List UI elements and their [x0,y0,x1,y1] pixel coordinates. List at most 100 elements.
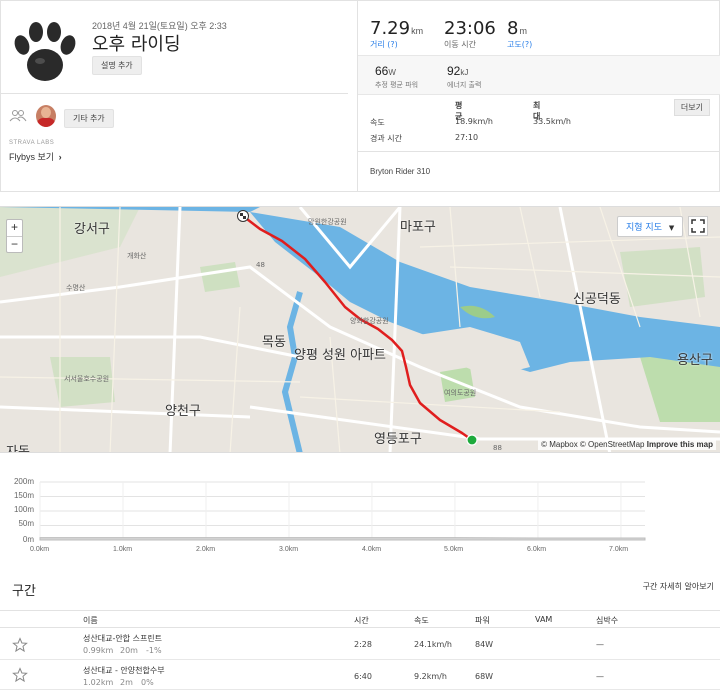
col-speed[interactable]: 속도 [414,615,429,626]
segment-elevation: 2m [120,678,133,687]
zoom-in-button[interactable]: + [7,220,22,236]
map-label: 망원한강공원 [308,218,347,226]
row-speed-avg: 18.9km/h [455,117,494,126]
add-others-button[interactable]: 기타 추가 [64,109,114,128]
moving-time-label: 이동 시간 [444,40,476,49]
star-icon[interactable] [12,637,28,653]
activity-stats: 7.29km 거리 (?) 23:06 이동 시간 8m 고도(?) 66W 추… [357,1,720,191]
stat-energy: 92kJ 에너지 출력 [447,62,481,90]
divider [358,151,720,152]
power-label: 추정 평균 파워 [375,81,419,89]
map-attribution: © Mapbox © OpenStreetMap Improve this ma… [538,439,716,450]
map-label: 영등포구 [374,432,422,447]
distance-label[interactable]: 거리 (?) [370,39,423,50]
zoom-control: + − [6,219,23,253]
map-label: 마포구 [400,220,436,235]
y-tick-label: 200m [13,477,34,486]
x-tick-label: 0.0km [30,546,50,553]
start-flag-icon [237,210,249,222]
row-elapsed-avg: 27:10 [455,133,479,142]
stat-distance: 7.29km 거리 (?) [370,18,423,50]
col-power[interactable]: 파워 [475,615,490,626]
segment-power: 68W [475,672,494,681]
expand-icon [691,219,705,233]
map-label: 88 [493,444,502,452]
row-speed-label: 속도 [370,118,385,127]
segment-name[interactable]: 성산대교-안합 스프린트 [83,633,162,644]
elevation-label[interactable]: 고도(?) [507,39,532,50]
flybys-link[interactable]: Flybys 보기 › [9,150,62,163]
stat-moving-time: 23:06 이동 시간 [444,18,496,50]
table-row[interactable]: 성산대교 - 안양천합수부 1.02km 2m 0% 6:40 9.2km/h … [0,661,720,690]
energy-label: 에너지 출력 [447,81,482,89]
x-tick-label: 4.0km [362,546,382,553]
secondary-stats: 66W 추정 평균 파워 92kJ 에너지 출력 [358,55,720,95]
distance-value: 7.29 [370,18,411,39]
segment-time: 2:28 [354,640,372,649]
map-label: 수명산 [66,284,86,292]
segment-distance: 0.99km [83,646,114,655]
avatar[interactable] [36,105,56,127]
row-elapsed-label: 경과 시간 [370,134,402,143]
map-label: 신공덕동 [573,292,621,307]
col-name[interactable]: 이름 [83,615,98,626]
segment-power: 84W [475,640,494,649]
map-label: 양화한강공원 [350,317,389,325]
y-tick-label: 150m [13,491,34,500]
segment-speed: 9.2km/h [414,672,447,681]
map-label: 양천구 [165,404,201,419]
y-tick-label: 50m [18,519,34,528]
energy-unit: kJ [460,68,469,77]
chevron-right-icon: › [58,152,62,162]
power-value: 66 [375,64,389,78]
fullscreen-button[interactable] [688,216,708,236]
segment-detail-link[interactable]: 구간 자세히 알아보기 [643,581,714,592]
improve-map-link[interactable]: Improve this map [647,440,713,449]
col-vam[interactable]: VAM [535,615,552,624]
x-tick-label: 5.0km [444,546,464,553]
x-tick-label: 6.0km [527,546,547,553]
route-map[interactable]: 강서구 마포구 신공덕동 목동 양평 성원 아파트 용산구 양천구 영등포구 자… [0,206,720,453]
elevation-chart[interactable]: 200m 150m 100m 50m 0m 0.0km 1.0km 2.0km … [0,466,720,562]
row-speed-max: 33.5km/h [533,117,572,126]
map-canvas[interactable] [0,207,720,453]
segment-grade: -1% [146,646,162,655]
device-name: Bryton Rider 310 [370,167,431,176]
moving-time-value: 23:06 [444,18,496,39]
x-tick-label: 2.0km [196,546,216,553]
y-tick-label: 0m [22,535,34,544]
segments-title: 구간 [12,584,36,599]
elevation-unit: m [519,26,527,36]
x-tick-label: 1.0km [113,546,133,553]
attribution-text: © Mapbox © OpenStreetMap [541,440,645,449]
people-icon [9,110,27,122]
x-tick-label: 3.0km [279,546,299,553]
activity-title[interactable]: 오후 라이딩 [92,30,181,56]
col-heartrate[interactable]: 심박수 [596,615,618,626]
map-type-dropdown[interactable]: 지형 지도 ▼ [617,216,684,237]
energy-value: 92 [447,64,461,78]
zoom-out-button[interactable]: − [7,236,22,252]
add-description-button[interactable]: 설명 추가 [92,56,142,75]
activity-header: 2018년 4월 21일(토요일) 오후 2:33 오후 라이딩 설명 추가 기… [1,1,357,191]
strava-labs-label: STRAVA LABS [9,140,55,146]
segment-heartrate: — [596,672,604,681]
flybys-label: Flybys 보기 [9,152,55,162]
more-button[interactable]: 더보기 [673,99,710,116]
table-header: 이름 시간 속도 파워 VAM 심박수 [0,610,720,628]
y-tick-label: 100m [13,505,34,514]
segment-distance: 1.02km [83,678,114,687]
end-point-icon [466,434,478,446]
map-label: 개화산 [127,252,147,260]
table-row[interactable]: 성산대교-안합 스프린트 0.99km 20m -1% 2:28 24.1km/… [0,631,720,660]
segment-speed: 24.1km/h [414,640,453,649]
segment-elevation: 20m [120,646,138,655]
col-time[interactable]: 시간 [354,615,369,626]
map-label: 자동 [6,445,30,453]
divider [1,93,348,94]
star-icon[interactable] [12,667,28,683]
segment-name[interactable]: 성산대교 - 안양천합수부 [83,665,165,676]
map-label: 48 [256,261,265,269]
stat-power: 66W 추정 평균 파워 [375,62,418,90]
power-unit: W [388,68,396,77]
